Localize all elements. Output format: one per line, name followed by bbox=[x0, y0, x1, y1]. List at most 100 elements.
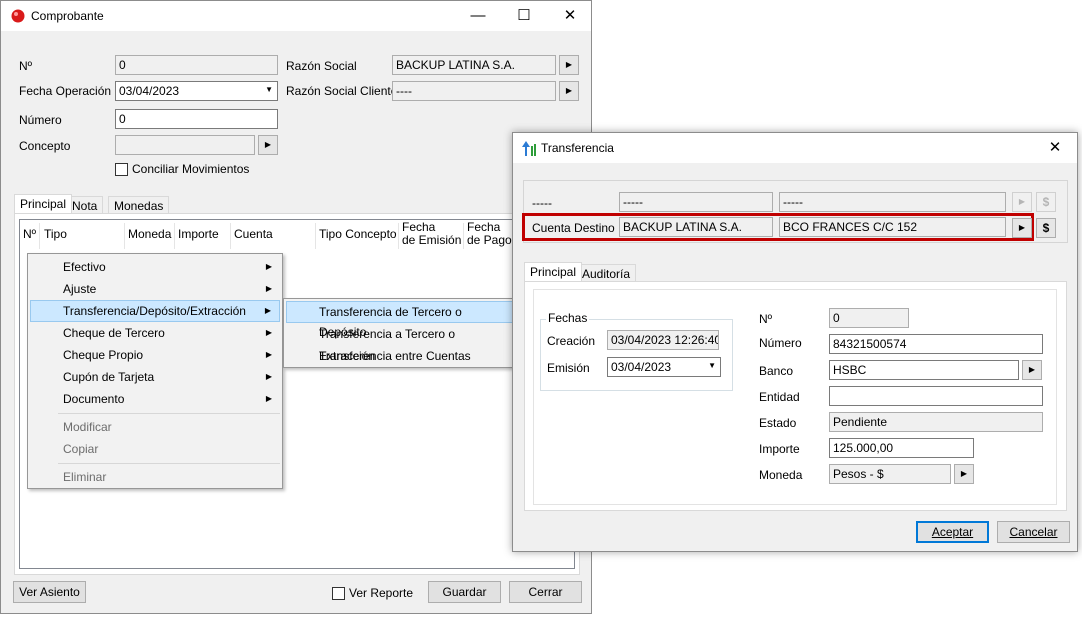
submenu-transferencia-tercero-extraccion[interactable]: Transferencia a Tercero o Extracción bbox=[286, 323, 513, 363]
concepto-select-button[interactable]: ▶ bbox=[258, 135, 278, 155]
moneda-select-button[interactable]: ▶ bbox=[954, 464, 974, 484]
menu-item-cheque-tercero[interactable]: Cheque de Tercero ▶ bbox=[30, 322, 280, 344]
row1-currency-button[interactable]: $ bbox=[1036, 192, 1056, 212]
menu-item-cheque-propio[interactable]: Cheque Propio ▶ bbox=[30, 344, 280, 366]
estado-field[interactable]: Pendiente bbox=[829, 412, 1043, 432]
entidad-label: Entidad bbox=[759, 390, 800, 404]
ver-reporte-checkbox[interactable] bbox=[332, 587, 345, 600]
cuenta-destino-select-button[interactable]: ▶ bbox=[1012, 218, 1032, 238]
row1-label: ----- bbox=[532, 196, 552, 210]
menu-item-label: Transferencia/Depósito/Extracción bbox=[63, 304, 246, 318]
cuenta-destino-label: Cuenta Destino bbox=[532, 221, 615, 235]
importe-input[interactable]: 125.000,00 bbox=[829, 438, 974, 458]
razon-social-field[interactable]: BACKUP LATINA S.A. bbox=[392, 55, 556, 75]
cuenta-destino-cuenta[interactable]: BCO FRANCES C/C 152 bbox=[779, 217, 1006, 237]
emision-label: Emisión bbox=[547, 361, 590, 375]
banco-label: Banco bbox=[759, 364, 794, 378]
chevron-down-icon: ▼ bbox=[265, 85, 273, 94]
cerrar-button[interactable]: Cerrar bbox=[509, 581, 582, 603]
submenu-transferencia-entre-cuentas[interactable]: Transferencia entre Cuentas bbox=[286, 345, 513, 367]
transferencia-titlebar: Transferencia ✕ bbox=[513, 133, 1077, 163]
col-tipo-concepto[interactable]: Tipo Concepto bbox=[319, 228, 397, 241]
menu-item-cupon-tarjeta[interactable]: Cupón de Tarjeta ▶ bbox=[30, 366, 280, 388]
col-importe[interactable]: Importe bbox=[178, 228, 219, 241]
conciliar-checkbox[interactable] bbox=[115, 163, 128, 176]
label-numero: Número bbox=[19, 113, 62, 127]
submenu-transferencia-tercero-deposito[interactable]: Transferencia de Tercero o Depósito bbox=[286, 301, 513, 339]
chevron-down-icon: ▼ bbox=[708, 361, 716, 370]
entidad-input[interactable] bbox=[829, 386, 1043, 406]
menu-separator bbox=[58, 413, 280, 414]
fecha-operacion-select[interactable]: 03/04/2023 ▼ bbox=[115, 81, 278, 101]
cuenta-destino-currency-button[interactable]: $ bbox=[1036, 218, 1056, 238]
n-label: Nº bbox=[759, 312, 773, 326]
menu-item-label: Cupón de Tarjeta bbox=[63, 370, 155, 384]
transferencia-title: Transferencia bbox=[541, 141, 614, 155]
aceptar-button[interactable]: Aceptar bbox=[916, 521, 989, 543]
menu-item-ajuste[interactable]: Ajuste ▶ bbox=[30, 278, 280, 300]
col-fecha-emision[interactable]: Fecha de Emisión bbox=[402, 221, 461, 247]
transferencia-submenu: Transferencia de Tercero o Depósito Tran… bbox=[283, 298, 516, 368]
col-fecha-pago-line2: de Pago bbox=[467, 233, 512, 247]
numero-input[interactable]: 84321500574 bbox=[829, 334, 1043, 354]
emision-select[interactable]: 03/04/2023 ▼ bbox=[607, 357, 721, 377]
row1-select-button[interactable]: ▶ bbox=[1012, 192, 1032, 212]
menu-item-transferencia[interactable]: Transferencia/Depósito/Extracción ▶ bbox=[30, 300, 280, 322]
concepto-field[interactable] bbox=[115, 135, 255, 155]
chevron-right-icon: ▶ bbox=[265, 284, 272, 293]
creacion-label: Creación bbox=[547, 334, 596, 348]
conciliar-label: Conciliar Movimientos bbox=[132, 162, 250, 176]
ver-reporte-label: Ver Reporte bbox=[349, 586, 414, 600]
cancelar-button[interactable]: Cancelar bbox=[997, 521, 1070, 543]
tab-principal[interactable]: Principal bbox=[14, 194, 73, 213]
moneda-field[interactable]: Pesos - $ bbox=[829, 464, 951, 484]
chevron-right-icon: ▶ bbox=[265, 372, 272, 381]
row1-field-a[interactable]: ----- bbox=[619, 192, 773, 212]
razon-social-button[interactable]: ▶ bbox=[559, 55, 579, 75]
close-button[interactable]: ✕ bbox=[1032, 133, 1078, 163]
banco-field[interactable]: HSBC bbox=[829, 360, 1019, 380]
col-divider bbox=[174, 223, 175, 249]
cuenta-destino-razon-social[interactable]: BACKUP LATINA S.A. bbox=[619, 217, 773, 237]
col-divider bbox=[230, 223, 231, 249]
menu-item-copiar[interactable]: Copiar bbox=[30, 438, 280, 460]
col-nro[interactable]: Nº bbox=[23, 228, 36, 241]
col-fecha-pago[interactable]: Fecha de Pago bbox=[467, 221, 512, 247]
menu-item-label: Ajuste bbox=[63, 282, 97, 296]
col-divider bbox=[124, 223, 125, 249]
label-fecha-operacion: Fecha Operación bbox=[19, 84, 112, 98]
moneda-label: Moneda bbox=[759, 468, 803, 482]
nro-field[interactable]: 0 bbox=[115, 55, 278, 75]
menu-item-modificar[interactable]: Modificar bbox=[30, 416, 280, 438]
estado-label: Estado bbox=[759, 416, 797, 430]
col-tipo[interactable]: Tipo bbox=[44, 228, 67, 241]
label-concepto: Concepto bbox=[19, 139, 71, 153]
menu-item-eliminar[interactable]: Eliminar bbox=[30, 466, 280, 488]
menu-item-efectivo[interactable]: Efectivo ▶ bbox=[30, 256, 280, 278]
banco-select-button[interactable]: ▶ bbox=[1022, 360, 1042, 380]
close-button[interactable]: ✕ bbox=[547, 1, 593, 31]
numero-input[interactable]: 0 bbox=[115, 109, 278, 129]
tab-principal[interactable]: Principal bbox=[524, 262, 583, 281]
col-moneda[interactable]: Moneda bbox=[128, 228, 171, 241]
guardar-button[interactable]: Guardar bbox=[428, 581, 501, 603]
label-razon-social: Razón Social bbox=[286, 59, 357, 73]
razon-social-cliente-button[interactable]: ▶ bbox=[559, 81, 579, 101]
menu-item-documento[interactable]: Documento ▶ bbox=[30, 388, 280, 410]
col-divider bbox=[398, 223, 399, 249]
fechas-title: Fechas bbox=[546, 311, 590, 325]
menu-separator bbox=[58, 463, 280, 464]
menu-item-label: Efectivo bbox=[63, 260, 106, 274]
ver-asiento-button[interactable]: Ver Asiento bbox=[13, 581, 86, 603]
n-field[interactable]: 0 bbox=[829, 308, 909, 328]
razon-social-cliente-field[interactable]: ---- bbox=[392, 81, 556, 101]
creacion-field[interactable]: 03/04/2023 12:26:40 bbox=[607, 330, 719, 350]
emision-value: 03/04/2023 bbox=[611, 360, 672, 374]
col-cuenta[interactable]: Cuenta bbox=[234, 228, 273, 241]
row1-field-b[interactable]: ----- bbox=[779, 192, 1006, 212]
context-menu: Efectivo ▶ Ajuste ▶ Transferencia/Depósito… bbox=[27, 253, 283, 489]
minimize-button[interactable]: — bbox=[455, 1, 501, 31]
maximize-button[interactable]: ☐ bbox=[501, 1, 547, 31]
label-razon-social-cliente: Razón Social Cliente bbox=[286, 84, 398, 98]
col-fecha-emision-line2: de Emisión bbox=[402, 233, 462, 247]
